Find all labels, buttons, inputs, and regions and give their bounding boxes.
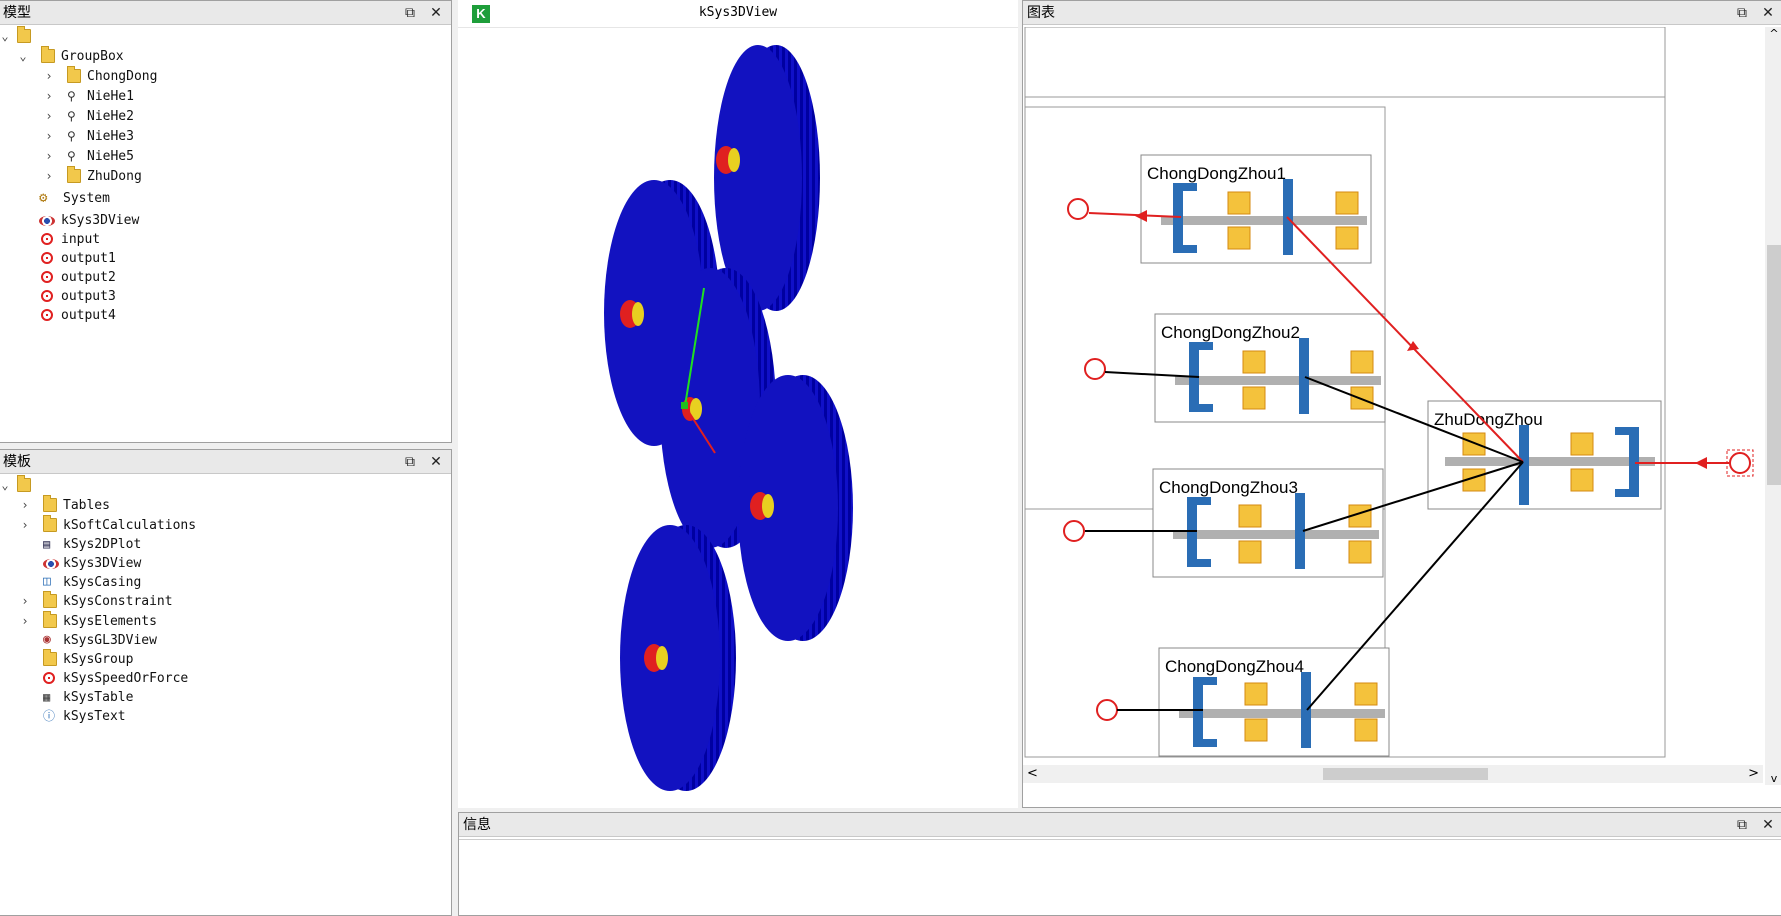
chevron-right-icon[interactable]: ›: [43, 167, 55, 186]
shaft-chongdongzhou4[interactable]: ChongDongZhou4: [1158, 647, 1390, 757]
info-panel-title: 信息: [463, 817, 491, 833]
mesh-icon: ⚲: [67, 129, 76, 143]
chevron-right-icon[interactable]: ›: [43, 67, 55, 86]
diagram-panel-titlebar: 图表 ⧉ ✕: [1023, 1, 1781, 25]
shaft-label: ChongDongZhou2: [1161, 323, 1300, 342]
gearbox-diagram[interactable]: ChongDongZhou1 ChongDongZhou2 ChongDongZ…: [1023, 27, 1763, 787]
folder-open-icon: [17, 475, 31, 492]
shaft-chongdongzhou2[interactable]: ChongDongZhou2: [1154, 313, 1386, 423]
chevron-right-icon[interactable]: ›: [19, 516, 31, 535]
shaft-label: ChongDongZhou1: [1147, 164, 1286, 183]
float-button[interactable]: ⧉: [1731, 1, 1753, 25]
horizontal-scrollbar[interactable]: < >: [1023, 765, 1763, 783]
scroll-down-arrow[interactable]: v: [1765, 772, 1781, 785]
vertical-scroll-thumb[interactable]: [1767, 245, 1781, 485]
info-content: [459, 839, 1781, 915]
diagram-panel-title: 图表: [1027, 5, 1055, 21]
system-icon: ⚙: [39, 190, 48, 206]
chevron-down-icon[interactable]: ⌄: [17, 47, 29, 66]
close-button[interactable]: ✕: [1757, 813, 1779, 837]
shaft-label: ChongDongZhou3: [1159, 478, 1298, 497]
float-button[interactable]: ⧉: [399, 1, 421, 25]
shaft-zhudongzhou[interactable]: ZhuDongZhou: [1427, 400, 1662, 510]
horizontal-scroll-thumb[interactable]: [1323, 768, 1488, 780]
chevron-right-icon[interactable]: ›: [43, 147, 55, 166]
plot-icon: ▤: [43, 537, 51, 551]
speed-icon: [41, 309, 53, 321]
info-panel-titlebar: 信息 ⧉ ✕: [459, 813, 1781, 837]
close-button[interactable]: ✕: [425, 1, 447, 25]
template-panel-title: 模板: [3, 454, 31, 470]
model-panel-title: 模型: [3, 5, 31, 21]
close-button[interactable]: ✕: [1757, 1, 1779, 25]
template-panel-titlebar: 模板 ⧉ ✕: [0, 450, 451, 474]
view3d-tab: K kSys3DView: [458, 0, 1018, 28]
folder-icon: [67, 166, 81, 183]
close-button[interactable]: ✕: [425, 450, 447, 474]
folder-icon: [43, 495, 57, 512]
gear-right: [738, 375, 853, 641]
mesh-icon: ⚲: [67, 109, 76, 123]
info-icon: ⓘ: [43, 709, 56, 723]
gl-icon: ◉: [43, 632, 51, 647]
chevron-right-icon[interactable]: ›: [43, 107, 55, 126]
scroll-left-arrow[interactable]: <: [1027, 765, 1038, 783]
shaft-chongdongzhou1[interactable]: ChongDongZhou1: [1140, 154, 1372, 264]
vertical-scrollbar[interactable]: ^ v: [1765, 27, 1781, 785]
folder-icon: [67, 66, 81, 83]
template-panel: 模板 ⧉ ✕ ⌄ › Tables › kSoftCalculations ▤ kSy…: [0, 449, 452, 916]
view3d-title: kSys3DView: [698, 5, 778, 20]
scroll-right-arrow[interactable]: >: [1748, 765, 1759, 783]
chevron-right-icon[interactable]: ›: [19, 592, 31, 611]
model-tree[interactable]: ⌄ ⌄ GroupBox › ChongDong › ⚲ NieHe1 › ⚲ NieHe2…: [0, 26, 451, 442]
chevron-right-icon[interactable]: ›: [19, 612, 31, 631]
mesh-icon: ⚲: [67, 149, 76, 163]
folder-icon: [41, 46, 55, 63]
speed-icon: [43, 672, 55, 684]
folder-open-icon: [17, 26, 31, 43]
speed-icon: [41, 252, 53, 264]
folder-icon: [43, 591, 57, 608]
diagram-panel: 图表 ⧉ ✕ ChongDongZhou1 ChongDongZhou2 Cho…: [1022, 0, 1781, 808]
speed-icon: [41, 290, 53, 302]
template-tree[interactable]: ⌄ › Tables › kSoftCalculations ▤ kSys2DPlot…: [0, 475, 451, 915]
view3d-panel[interactable]: K kSys3DView: [458, 0, 1018, 808]
eye-icon: [39, 216, 55, 226]
chevron-right-icon[interactable]: ›: [19, 496, 31, 515]
cube-icon: ◫: [43, 574, 51, 589]
shaft-label: ChongDongZhou4: [1165, 657, 1304, 676]
speed-icon: [41, 233, 53, 245]
scroll-up-arrow[interactable]: ^: [1765, 27, 1781, 40]
folder-icon: [43, 649, 57, 666]
table-icon: ▦: [43, 690, 51, 704]
eye-icon: [43, 559, 59, 569]
group-frame: [1024, 27, 1666, 98]
float-button[interactable]: ⧉: [399, 450, 421, 474]
mesh-icon: ⚲: [67, 89, 76, 103]
gear-scene[interactable]: [458, 28, 1018, 808]
folder-icon: [43, 611, 57, 628]
chevron-down-icon[interactable]: ⌄: [0, 27, 11, 46]
shaft-chongdongzhou3[interactable]: ChongDongZhou3: [1152, 468, 1384, 578]
folder-icon: [43, 515, 57, 532]
float-button[interactable]: ⧉: [1731, 813, 1753, 837]
model-panel: 模型 ⧉ ✕ ⌄ ⌄ GroupBox › ChongDong › ⚲ NieHe1 ›…: [0, 0, 452, 443]
model-panel-titlebar: 模型 ⧉ ✕: [0, 1, 451, 25]
chevron-down-icon[interactable]: ⌄: [0, 476, 11, 495]
info-panel: 信息 ⧉ ✕: [458, 812, 1781, 916]
gear-bottom: [620, 525, 736, 791]
speed-icon: [41, 271, 53, 283]
chevron-right-icon[interactable]: ›: [43, 87, 55, 106]
chevron-right-icon[interactable]: ›: [43, 127, 55, 146]
